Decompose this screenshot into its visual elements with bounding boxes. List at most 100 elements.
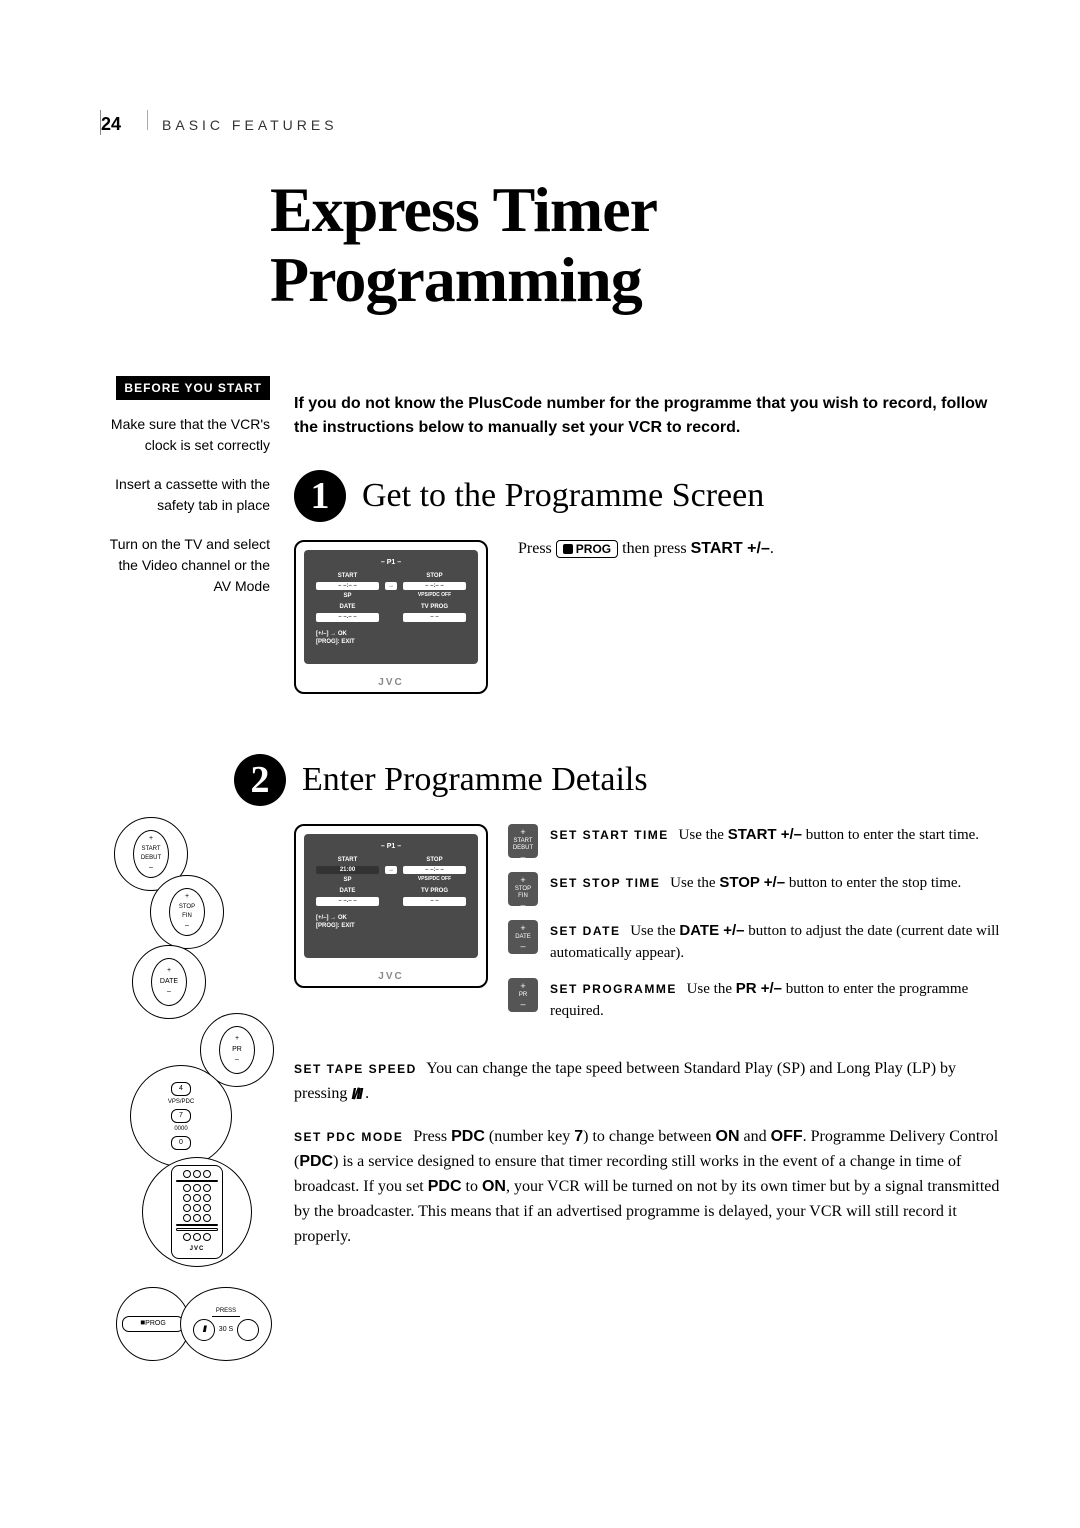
label-pr: PR: [232, 1045, 242, 1056]
detail-start: +START DEBUT– SET START TIME Use the STA…: [508, 824, 1000, 858]
osd-stop-val: – –:– –: [403, 582, 466, 590]
detail-stop: +STOP FIN– SET STOP TIME Use the STOP +/…: [508, 872, 1000, 906]
osd2-start-val: 21:00: [316, 866, 379, 874]
prereq-cassette: Insert a cassette with the safety tab in…: [100, 474, 270, 516]
runin-stop: SET STOP TIME: [550, 876, 660, 890]
osd2-foot1: [+/–] → OK: [316, 914, 466, 922]
pdc-key-1: PDC: [451, 1128, 485, 1145]
label-stop: STOP FIN: [179, 903, 195, 921]
detail-date: +DATE– SET DATE Use the DATE +/– button …: [508, 920, 1000, 965]
osd2-tvprog-label: TV PROG: [403, 887, 466, 895]
key-0: 0: [171, 1136, 191, 1150]
label-30s: 30 S: [219, 1325, 233, 1336]
key-4: 4: [171, 1082, 191, 1096]
btn-pr-pm: PR +/–: [736, 980, 782, 997]
label-prog: PROG: [145, 1319, 166, 1330]
step-2-title: Enter Programme Details: [302, 761, 648, 799]
osd-foot2: [PROG]: EXIT: [316, 638, 466, 646]
remote-icon: JVC: [171, 1165, 223, 1259]
osd-sp: SP: [316, 592, 379, 600]
btn-date-pm: DATE +/–: [679, 922, 744, 939]
start-button-label: START +/–: [691, 540, 770, 557]
osd-title: – P1 –: [316, 558, 466, 568]
osd2-arrow: →: [385, 866, 397, 874]
callout-keypad: 4 VPS/PDC 7 0000 0: [130, 1065, 232, 1167]
runin-pdc: SET PDC MODE: [294, 1130, 403, 1144]
step-1-heading: 1 Get to the Programme Screen: [294, 470, 1000, 522]
label-start: START DEBUT: [141, 845, 161, 863]
label-press: PRESS: [212, 1307, 240, 1317]
pdc-off: OFF: [771, 1128, 803, 1145]
step-2-heading: 2 Enter Programme Details: [234, 754, 1000, 806]
key-7-label: 7: [574, 1128, 583, 1145]
osd-date-label: DATE: [316, 603, 379, 611]
step-2-number: 2: [234, 754, 286, 806]
mini-date-icon: +DATE–: [508, 920, 538, 954]
detail-list: +START DEBUT– SET START TIME Use the STA…: [508, 824, 1000, 1037]
pdc-mode-paragraph: SET PDC MODE Press PDC (number key 7) to…: [294, 1125, 1000, 1249]
step-1-title: Get to the Programme Screen: [362, 477, 764, 515]
lead-paragraph: If you do not know the PlusCode number f…: [294, 392, 1000, 440]
step-1-number: 1: [294, 470, 346, 522]
tv-screen-2: – P1 – START STOP 21:00 → – –:– – SP VPS/PDC…: [294, 824, 488, 988]
mini-stop-icon: +STOP FIN–: [508, 872, 538, 906]
osd-foot1: [+/–] → OK: [316, 630, 466, 638]
osd-prog-val: – –: [403, 613, 466, 621]
header-divider: [147, 110, 148, 130]
key-vps-label: VPS/PDC: [168, 1098, 194, 1107]
page-header: 24 BASIC FEATURES: [100, 110, 1000, 135]
osd2-date-label: DATE: [316, 887, 379, 895]
osd2-prog-val: – –: [403, 897, 466, 905]
runin-date: SET DATE: [550, 924, 620, 938]
pdc-on-1: ON: [716, 1128, 740, 1145]
osd2-sp: SP: [316, 876, 379, 884]
speed-icon: I/II: [351, 1083, 361, 1108]
callout-prog-button: ◼PROG: [116, 1287, 190, 1361]
osd-start-label: START: [316, 572, 379, 580]
before-you-start-badge: BEFORE YOU START: [116, 376, 270, 400]
btn-start-pm: START +/–: [728, 826, 802, 843]
tape-speed-paragraph: SET TAPE SPEED You can change the tape s…: [294, 1057, 1000, 1108]
key-7: 7: [171, 1109, 191, 1123]
osd2-stop-label: STOP: [403, 856, 466, 864]
detail-pr: +PR– SET PROGRAMME Use the PR +/– button…: [508, 978, 1000, 1023]
key-oooo-label: 0000: [174, 1125, 187, 1134]
osd-date-val: – –.– –: [316, 613, 379, 621]
runin-start: SET START TIME: [550, 828, 669, 842]
remote-brand: JVC: [190, 1245, 205, 1254]
osd2-foot2: [PROG]: EXIT: [316, 922, 466, 930]
tv-screen-1: – P1 – STARTSTOP – –:– –→– –:– – SPVPS/P…: [294, 540, 488, 694]
pdc-key-2: PDC: [299, 1153, 333, 1170]
osd2-stop-val: – –:– –: [403, 866, 466, 874]
mini-pr-icon: +PR–: [508, 978, 538, 1012]
before-you-start-column: BEFORE YOU START Make sure that the VCR'…: [100, 376, 270, 1377]
tv-brand: JVC: [296, 677, 486, 688]
prereq-tv: Turn on the TV and select the Video chan…: [100, 534, 270, 597]
step-1-instruction: Press PROG then press START +/–.: [518, 540, 774, 694]
osd-start-val: – –:– –: [316, 582, 379, 590]
osd2-start-label: START: [316, 856, 379, 864]
section-name: BASIC FEATURES: [162, 117, 338, 133]
osd2-title: – P1 –: [316, 842, 466, 852]
osd-vps: VPS/PDC OFF: [403, 592, 466, 600]
prog-button-label: PROG: [556, 540, 618, 558]
page-number: 24: [101, 114, 133, 135]
prereq-clock: Make sure that the VCR's clock is set co…: [100, 414, 270, 456]
tv2-brand: JVC: [296, 971, 486, 982]
btn-stop-pm: STOP +/–: [719, 874, 785, 891]
runin-tape: SET TAPE SPEED: [294, 1062, 417, 1076]
pdc-on-2: ON: [482, 1178, 506, 1195]
callout-stop-button: + STOP FIN –: [150, 875, 224, 949]
osd-tvprog-label: TV PROG: [403, 603, 466, 611]
callout-remote: JVC: [142, 1157, 252, 1267]
callout-date-button: + DATE –: [132, 945, 206, 1019]
osd2-vps: VPS/PDC OFF: [403, 876, 466, 884]
osd2-date-val: – –.– –: [316, 897, 379, 905]
page-title: Express Timer Programming: [270, 175, 1000, 316]
osd-arrow: →: [385, 582, 397, 590]
pdc-key-3: PDC: [428, 1178, 462, 1195]
runin-pr: SET PROGRAMME: [550, 982, 677, 996]
remote-illustrations: + START DEBUT – + STOP FIN – + DATE: [100, 817, 270, 1377]
mini-start-icon: +START DEBUT–: [508, 824, 538, 858]
callout-speed-button: PRESS I/II 30 S: [180, 1287, 272, 1361]
